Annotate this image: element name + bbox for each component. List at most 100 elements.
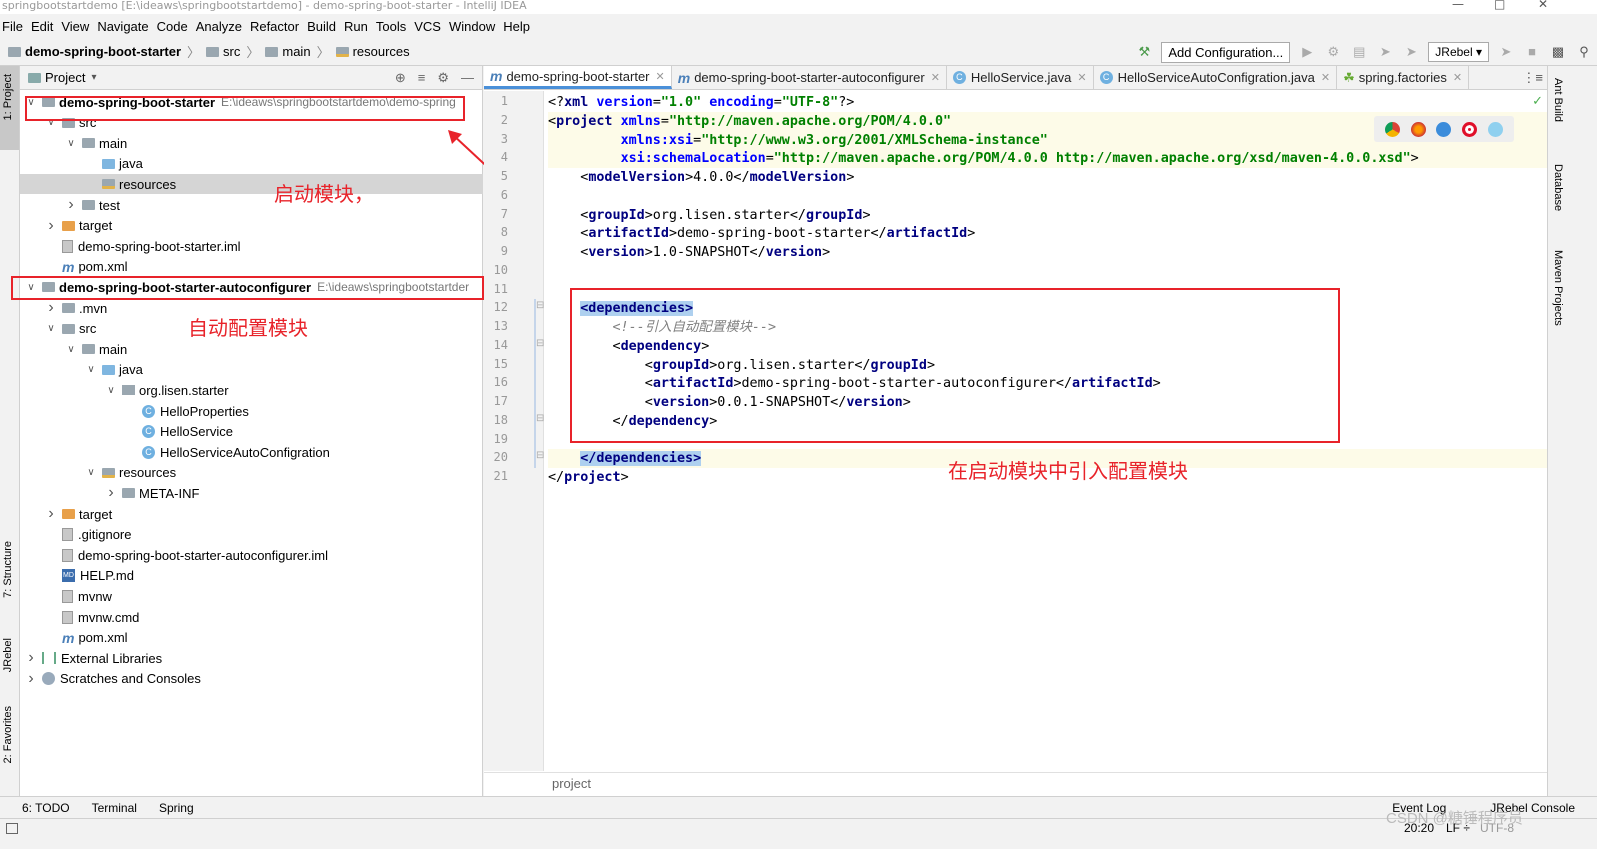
menu-run[interactable]: Run [344,19,368,34]
menu-tools[interactable]: Tools [376,19,406,34]
bottom-tool-1[interactable]: Terminal [92,801,137,815]
tree-item[interactable]: › target [20,216,483,236]
project-structure-icon[interactable]: ▩ [1551,45,1565,59]
chevron-down-icon[interactable]: ∨ [64,344,78,355]
close-icon[interactable]: ✕ [1538,0,1548,10]
tab-1[interactable]: m demo-spring-boot-starter-autoconfigurer… [672,66,947,89]
tree-item[interactable]: ∨ main [20,339,483,359]
safari-icon[interactable] [1436,121,1452,137]
chevron-right-icon[interactable]: › [24,649,38,667]
project-tool-tab[interactable]: 1: Project [2,74,14,120]
tree-item[interactable]: ∨ main [20,133,483,153]
maximize-icon[interactable]: □ [1494,0,1505,10]
chevron-right-icon[interactable]: › [104,484,118,502]
tree-item[interactable]: .gitignore [20,525,483,545]
tab-3[interactable]: C HelloServiceAutoConfigration.java ✕ [1094,66,1338,89]
chevron-right-icon[interactable]: › [44,217,58,235]
opera-icon[interactable] [1462,121,1478,137]
tab-overflow-icon[interactable]: ⋮≡ [1522,70,1543,86]
tree-item[interactable]: C HelloServiceAutoConfigration [20,442,483,462]
jrebel-sync-icon[interactable]: ➤ [1499,45,1513,59]
chevron-down-icon[interactable]: ∨ [64,138,78,149]
tree-item[interactable]: C HelloService [20,422,483,442]
breadcrumb-item[interactable]: src 〉 [206,42,259,61]
breadcrumb-item[interactable]: demo-spring-boot-starter 〉 [8,42,200,61]
tree-item[interactable]: demo-spring-boot-starter.iml [20,236,483,256]
bottom-tool-0[interactable]: 6: TODO [22,801,70,815]
jrebel-run-icon[interactable]: ➤ [1378,45,1392,59]
build-hammer-icon[interactable]: ⚒ [1137,45,1151,59]
tree-item[interactable]: demo-spring-boot-starter-autoconfigurer.… [20,545,483,565]
run-icon[interactable]: ▶ [1300,45,1314,59]
maven-projects-tool-tab[interactable]: Maven Projects [1552,250,1564,326]
structure-tool-tab[interactable]: 7: Structure [2,541,14,598]
chevron-down-icon[interactable]: ∨ [104,385,118,396]
chrome-icon[interactable] [1385,121,1401,137]
ant-build-tool-tab[interactable]: Ant Build [1552,78,1564,122]
tree-item[interactable]: › target [20,504,483,524]
tab-2[interactable]: C HelloService.java ✕ [947,66,1094,89]
favorites-tool-tab[interactable]: 2: Favorites [2,706,14,763]
tree-item[interactable]: mvnw [20,586,483,606]
tree-item[interactable]: › External Libraries [20,648,483,668]
close-tab-icon[interactable]: ✕ [931,71,940,84]
menu-code[interactable]: Code [157,19,188,34]
layout-icon[interactable] [6,823,18,834]
minimize-icon[interactable]: — [1452,0,1464,10]
menu-analyze[interactable]: Analyze [196,19,242,34]
database-tool-tab[interactable]: Database [1552,164,1564,211]
chevron-down-icon[interactable]: ∨ [44,323,58,334]
close-tab-icon[interactable]: ✕ [656,70,665,83]
editor-breadcrumb[interactable]: project [484,772,1547,796]
menu-refactor[interactable]: Refactor [250,19,299,34]
fold-marker-icon[interactable]: ⊟ [536,450,544,461]
fold-marker-icon[interactable]: ⊟ [536,338,544,349]
menu-navigate[interactable]: Navigate [97,19,148,34]
add-configuration-button[interactable]: Add Configuration... [1161,41,1291,63]
tree-item[interactable]: MD HELP.md [20,566,483,586]
jrebel-debug-icon[interactable]: ➤ [1404,45,1418,59]
close-tab-icon[interactable]: ✕ [1321,71,1330,84]
ie-icon[interactable] [1487,121,1503,137]
tree-item[interactable]: mvnw.cmd [20,607,483,627]
close-tab-icon[interactable]: ✕ [1453,71,1462,84]
menu-view[interactable]: View [61,19,89,34]
close-tab-icon[interactable]: ✕ [1077,71,1086,84]
chevron-right-icon[interactable]: › [44,505,58,523]
chevron-right-icon[interactable]: › [64,196,78,214]
breadcrumb-item[interactable]: resources [335,44,410,59]
hide-icon[interactable]: — [461,70,474,86]
tree-item[interactable]: java [20,154,483,174]
breadcrumb-item[interactable]: main 〉 [265,42,330,61]
menu-help[interactable]: Help [503,19,530,34]
menu-vcs[interactable]: VCS [414,19,441,34]
tree-item[interactable]: resources [20,174,483,195]
chevron-right-icon[interactable]: › [44,299,58,317]
chevron-down-icon[interactable]: ∨ [84,467,98,478]
tree-item[interactable]: C HelloProperties [20,401,483,421]
tab-0[interactable]: m demo-spring-boot-starter ✕ [484,66,672,89]
chevron-down-icon[interactable]: ▾ [91,72,96,83]
menu-edit[interactable]: Edit [31,19,53,34]
menu-window[interactable]: Window [449,19,495,34]
tree-item[interactable]: m pom.xml [20,257,483,277]
stop-icon[interactable]: ■ [1525,45,1539,59]
chevron-down-icon[interactable]: ∨ [84,364,98,375]
jrebel-dropdown[interactable]: JRebel ▾ [1428,42,1489,62]
fold-marker-icon[interactable]: ⊟ [536,300,544,311]
project-panel-title[interactable]: Project [45,70,85,85]
debug-icon[interactable]: ⚙ [1326,45,1340,59]
gear-icon[interactable]: ⚙ [437,70,449,86]
jrebel-tool-tab[interactable]: JRebel [2,638,14,672]
firefox-icon[interactable] [1410,121,1426,137]
tree-item[interactable]: ∨ java [20,360,483,380]
bottom-tool-2[interactable]: Spring [159,801,194,815]
collapse-all-icon[interactable]: ≡ [418,70,426,86]
tab-4[interactable]: ☘ spring.factories ✕ [1337,66,1470,89]
tree-item[interactable]: ∨ org.lisen.starter [20,380,483,400]
menu-file[interactable]: File [2,19,23,34]
tree-item[interactable]: ∨ resources [20,463,483,483]
tree-item[interactable]: › META-INF [20,483,483,503]
chevron-right-icon[interactable]: › [24,670,38,688]
tree-item[interactable]: m pom.xml [20,628,483,648]
